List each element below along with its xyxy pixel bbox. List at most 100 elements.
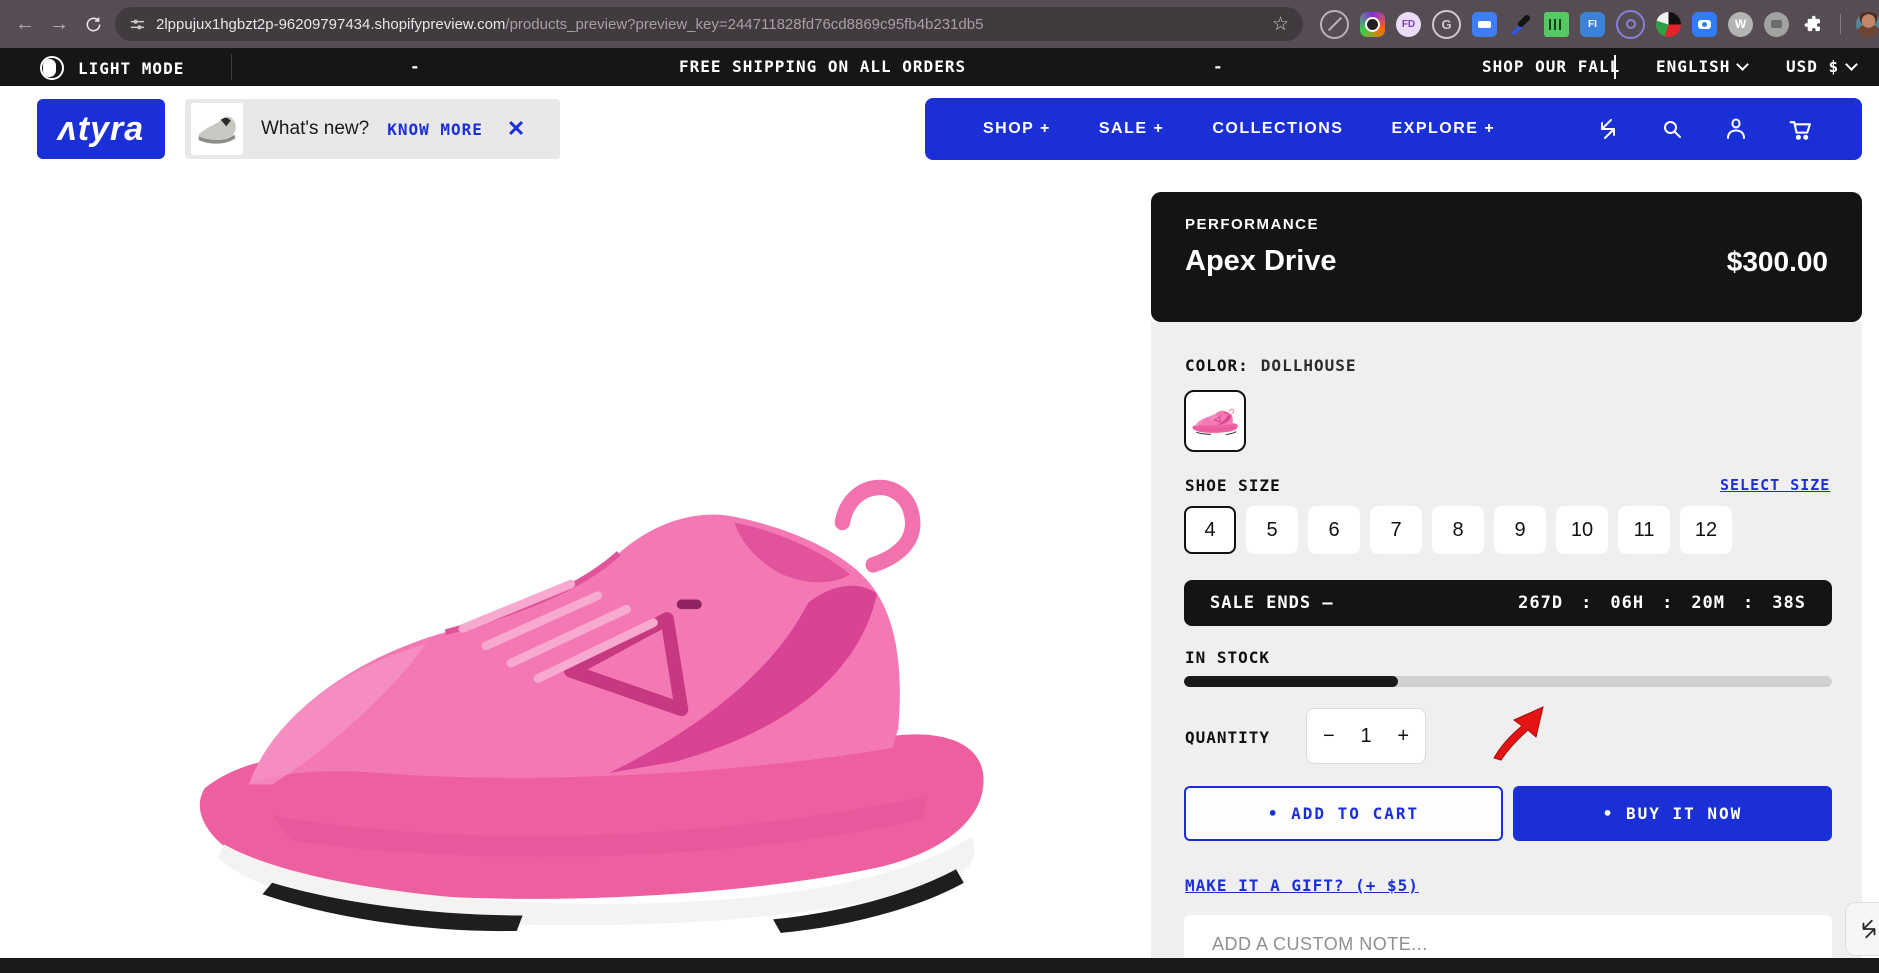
increase-button[interactable]: + [1397,725,1409,748]
countdown-timer: 267D : 06H : 20M : 38S [1518,593,1806,613]
screen: ← → 2lppujux1hgbzt2p-96209797434.shopify… [0,0,1879,973]
size-option-12[interactable]: 12 [1680,506,1732,554]
close-icon[interactable]: ✕ [507,116,525,142]
decrease-button[interactable]: − [1323,725,1335,748]
account-icon [1727,118,1745,139]
reload-button[interactable] [76,7,110,41]
url-bar[interactable]: 2lppujux1hgbzt2p-96209797434.shopifyprev… [115,7,1303,41]
timer-separator: : [1743,593,1755,613]
extensions-row: FD G FI W [1320,0,1879,48]
annotation-arrow [1488,702,1548,767]
whats-new-banner: What's new? KNOW MORE ✕ [185,99,560,159]
compare-button[interactable] [1594,115,1622,143]
size-option-11[interactable]: 11 [1618,506,1670,554]
ticker-dash: - [410,57,421,76]
main-nav: SHOP + SALE + COLLECTIONS EXPLORE + [925,98,1862,160]
screenshot-extension-icon[interactable] [1764,11,1789,37]
quantity-label: QUANTITY [1185,728,1271,747]
timer-separator: : [1581,593,1593,613]
cart-button[interactable] [1786,115,1814,143]
know-more-link[interactable]: KNOW MORE [387,120,483,139]
size-option-8[interactable]: 8 [1432,506,1484,554]
size-option-6[interactable]: 6 [1308,506,1360,554]
url-host: 2lppujux1hgbzt2p-96209797434.shopifyprev… [156,15,506,33]
timer-seconds: 38S [1772,593,1806,613]
size-option-7[interactable]: 7 [1370,506,1422,554]
whats-new-text: What's new? [261,118,370,139]
forward-button[interactable]: → [42,7,76,41]
compare-icon [1601,119,1615,139]
chevron-down-icon [1845,58,1859,71]
eyedropper-extension-icon[interactable] [1508,12,1533,37]
stock-progress-fill [1184,676,1398,687]
nav-item-shop[interactable]: SHOP + [983,120,1051,138]
compare-icon [1862,919,1876,939]
chevron-down-icon [1736,58,1750,71]
size-option-9[interactable]: 9 [1494,506,1546,554]
product-category: PERFORMANCE [1185,216,1320,233]
search-button[interactable] [1658,115,1686,143]
profile-avatar[interactable] [1856,11,1879,37]
color-value: DOLLHOUSE [1260,356,1357,375]
compare-float-button[interactable] [1845,902,1879,956]
product-header-panel: PERFORMANCE Apex Drive $300.00 [1151,192,1862,322]
color-wheel-extension-icon[interactable] [1656,11,1681,37]
light-mode-label: LIGHT MODE [78,58,185,78]
nav-item-collections[interactable]: COLLECTIONS [1212,120,1343,138]
size-options: 4 5 6 7 8 9 10 11 12 [1184,506,1732,554]
currency-selector[interactable]: USD $ [1786,57,1859,77]
size-label-text: SHOE SIZE [1185,476,1281,495]
keyboard-extension-icon[interactable] [1472,11,1497,37]
swatch-shoe-image [1192,408,1239,436]
gift-link[interactable]: MAKE IT A GIFT? (+ $5) [1185,876,1419,895]
reload-icon [86,17,100,31]
size-option-5[interactable]: 5 [1246,506,1298,554]
shipping-message: FREE SHIPPING ON ALL ORDERS [679,57,967,76]
color-label: COLOR: [1185,356,1249,375]
cart-icon [1789,120,1811,140]
size-option-4[interactable]: 4 [1184,506,1236,554]
lens-extension-icon[interactable] [1616,9,1645,39]
red-arrow-icon [1493,706,1544,761]
quantity-value: 1 [1360,724,1372,747]
light-mode-toggle-icon [40,56,64,80]
ticker-text: SHOP OUR FALL [1482,57,1621,76]
color-swatch-dollhouse[interactable] [1184,390,1246,452]
whats-new-thumbnail[interactable] [191,103,243,155]
site-info-icon[interactable] [129,16,146,33]
extensions-divider [1840,14,1841,34]
nav-item-sale[interactable]: SALE + [1099,120,1164,138]
announcement-divider [231,54,232,80]
sale-countdown: SALE ENDS — 267D : 06H : 20M : 38S [1184,580,1832,626]
bottom-bar [0,958,1879,973]
nav-item-explore[interactable]: EXPLORE + [1391,120,1495,138]
announcement-bar: LIGHT MODE - FREE SHIPPING ON ALL ORDERS… [0,48,1879,86]
fd-extension-icon[interactable]: FD [1396,11,1421,37]
ticker-cursor [1614,55,1616,79]
puzzle-extension-icon[interactable] [1800,12,1825,37]
brand-logo[interactable]: ʌtyra [37,99,165,159]
url-text: 2lppujux1hgbzt2p-96209797434.shopifyprev… [156,16,983,33]
g-extension-icon[interactable]: G [1432,9,1461,39]
w-extension-icon[interactable]: W [1728,11,1753,37]
select-size-link[interactable]: SELECT SIZE [1720,476,1830,494]
timer-minutes: 20M [1691,593,1726,613]
blocker-extension-icon[interactable] [1320,9,1349,39]
meter-extension-icon[interactable] [1544,11,1569,37]
quantity-stepper: − 1 + [1306,708,1426,764]
timer-hours: 06H [1610,593,1645,613]
add-to-cart-button[interactable]: • ADD TO CART [1184,786,1503,841]
size-option-10[interactable]: 10 [1556,506,1608,554]
recorder-extension-icon[interactable] [1692,11,1717,37]
search-icon [1664,121,1681,138]
product-image[interactable] [100,430,1080,955]
fi-extension-icon[interactable]: FI [1580,11,1605,37]
product-info-background [1151,322,1862,958]
buy-it-now-button[interactable]: • BUY IT NOW [1513,786,1832,841]
back-button[interactable]: ← [8,7,42,41]
account-button[interactable] [1722,115,1750,143]
bookmark-star-icon[interactable]: ☆ [1272,13,1289,36]
theme-toggle[interactable]: LIGHT MODE [40,56,184,80]
language-selector[interactable]: ENGLISH [1656,57,1750,77]
camera-gradient-extension-icon[interactable] [1360,11,1385,37]
